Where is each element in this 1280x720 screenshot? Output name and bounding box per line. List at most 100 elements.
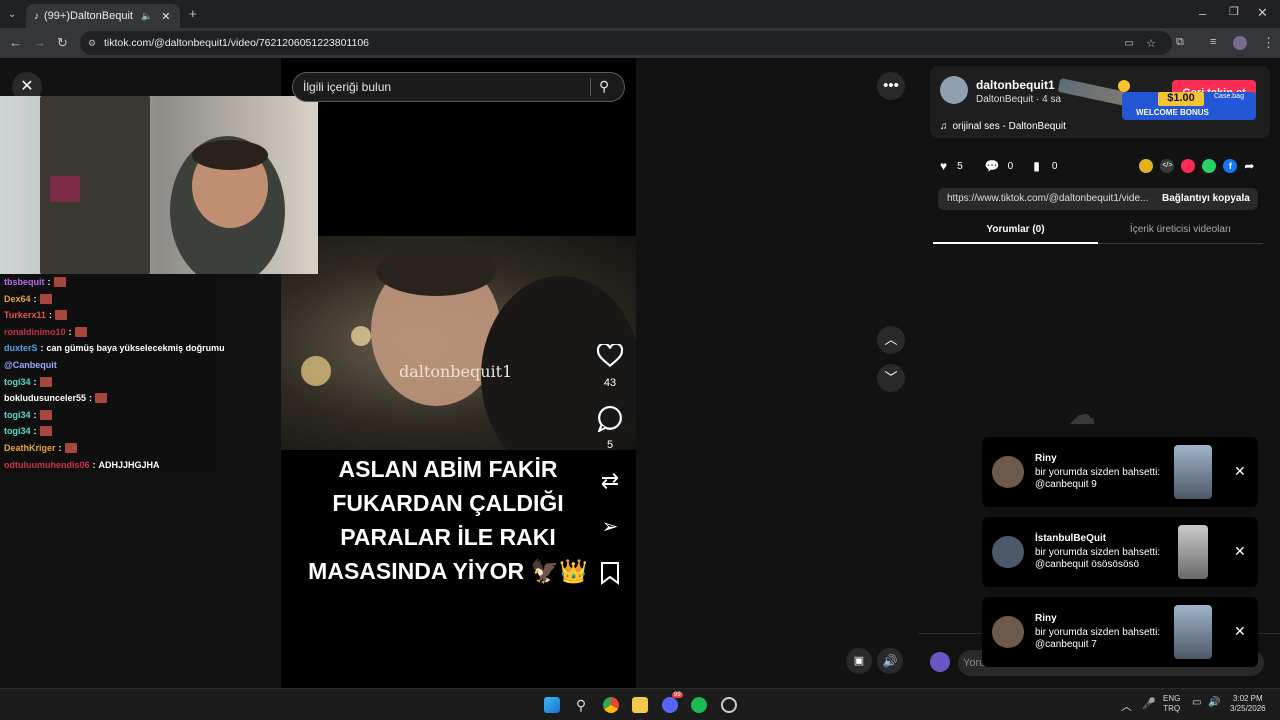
sound-title: orijinal ses - DaltonBequit <box>952 121 1066 132</box>
share-link-url[interactable]: https://www.tiktok.com/@daltonbequit1/vi… <box>947 193 1148 204</box>
chat-emote-icon <box>54 310 67 321</box>
search-taskbar-icon[interactable]: ⚲ <box>573 697 589 713</box>
tab-creator-videos[interactable]: İçerik üreticisi videoları <box>1098 218 1263 244</box>
reload-icon[interactable]: ↻ <box>57 36 68 49</box>
share-arrow-icon[interactable]: ➦ <box>1244 159 1254 173</box>
clock[interactable]: 3:02 PM 3/25/2026 <box>1230 694 1266 714</box>
embed-icon[interactable]: </> <box>1160 159 1175 173</box>
notification-toast[interactable]: Riny bir yorumda sizden bahsetti: @canbe… <box>982 437 1258 507</box>
notification-close-icon[interactable]: ✕ <box>1234 463 1246 480</box>
network-icon[interactable]: ▭ <box>1192 697 1201 708</box>
chat-username[interactable]: odtuluumuhendis06 <box>4 460 90 470</box>
chat-text: ADHJJHGJHA <box>98 459 160 470</box>
restore-icon[interactable]: ❐ <box>1229 6 1239 19</box>
start-icon[interactable] <box>544 697 560 713</box>
like-stat-icon[interactable]: ♥ <box>940 159 947 173</box>
chat-username[interactable]: Turkerx11 <box>4 310 46 320</box>
chat-username[interactable]: togi34 <box>4 377 31 387</box>
search-icon[interactable]: ⚲ <box>599 78 609 95</box>
copy-link-button[interactable]: Bağlantıyı kopyala <box>1162 193 1250 204</box>
notification-close-icon[interactable]: ✕ <box>1234 543 1246 560</box>
search-input[interactable]: İlgili içeriği bulun ⚲ <box>292 72 625 102</box>
share-button[interactable]: ➢ <box>590 514 630 539</box>
tab-comments[interactable]: Yorumlar (0) <box>933 218 1098 244</box>
chat-username[interactable]: duxterS <box>4 343 38 353</box>
chevron-down-icon: ﹀ <box>884 370 898 385</box>
comment-icon <box>597 406 622 434</box>
chat-emote-icon <box>39 376 52 387</box>
new-tab-icon[interactable]: + <box>189 7 197 20</box>
address-bar[interactable]: ⚙ tiktok.com/@daltonbequit1/video/762120… <box>80 31 1172 55</box>
sound-row[interactable]: ♫ orijinal ses - DaltonBequit <box>940 121 1066 132</box>
profile-avatar[interactable] <box>1233 36 1247 50</box>
chat-username[interactable]: togi34 <box>4 410 31 420</box>
notification-avatar <box>992 456 1024 488</box>
notification-toast[interactable]: İstanbulBeQuit bir yorumda sizden bahset… <box>982 517 1258 587</box>
video-player[interactable]: daltonbequit1 ASLAN ABİM FAKİR FUKARDAN … <box>281 58 636 688</box>
volume-button[interactable]: 🔊 <box>877 648 903 674</box>
spotify-icon[interactable] <box>691 697 707 713</box>
tray-overflow-icon[interactable]: ︿ <box>1121 698 1132 714</box>
window-close-icon[interactable]: ✕ <box>1257 6 1268 19</box>
comment-stat-icon[interactable]: 💬 <box>985 159 1000 173</box>
chat-separator: : <box>33 376 37 387</box>
facebook-icon[interactable]: f <box>1223 159 1238 173</box>
like-button[interactable]: 43 <box>590 342 630 389</box>
coin-share-icon[interactable] <box>1139 159 1154 173</box>
chat-emote-icon <box>39 409 52 420</box>
chat-username[interactable]: tbsbequit <box>4 277 45 287</box>
tab-close-icon[interactable]: ✕ <box>161 10 170 23</box>
ad-overlay[interactable]: $1.00 Case.bag WELCOME BONUS <box>1057 77 1256 124</box>
app-icon[interactable] <box>721 697 737 713</box>
site-info-icon[interactable]: ⚙ <box>88 38 96 49</box>
cast-icon[interactable]: ▭ <box>1125 38 1134 49</box>
notification-mention: @canbequit 7 <box>1035 639 1097 650</box>
notification-text: bir yorumda sizden bahsetti: <box>1035 547 1161 558</box>
browser-tab[interactable]: ♪ (99+)DaltonBequit (@dalto 🔈 ✕ <box>26 4 180 28</box>
mini-player-button[interactable]: ▣ <box>846 648 872 674</box>
creator-username[interactable]: daltonbequit1 <box>976 78 1055 92</box>
tab-audio-icon[interactable]: 🔈 <box>141 11 152 22</box>
creator-avatar[interactable] <box>940 76 968 104</box>
chat-username[interactable]: Dex64 <box>4 294 31 304</box>
next-video-button[interactable]: ﹀ <box>877 364 905 392</box>
notification-toast[interactable]: Riny bir yorumda sizden bahsetti: @canbe… <box>982 597 1258 667</box>
forward-icon[interactable]: → <box>33 36 46 49</box>
back-icon[interactable]: ← <box>9 36 22 49</box>
chrome-icon[interactable] <box>603 697 619 713</box>
minimize-icon[interactable]: – <box>1199 7 1206 20</box>
bookmark-button[interactable] <box>590 561 630 588</box>
more-options-button[interactable]: ••• <box>877 72 905 100</box>
chat-emote-icon <box>95 393 108 404</box>
chat-username[interactable]: @Canbequit <box>4 360 57 370</box>
bookmark-star-icon[interactable]: ☆ <box>1146 37 1156 50</box>
notification-mention: @canbequit ösösösösö <box>1035 559 1140 570</box>
reading-list-icon[interactable]: ≡ <box>1210 36 1216 49</box>
chat-separator: : <box>92 459 96 470</box>
save-stat-icon[interactable]: ▮ <box>1033 159 1040 173</box>
file-explorer-icon[interactable] <box>632 697 648 713</box>
browser-menu-icon[interactable]: ⋮ <box>1262 36 1275 49</box>
like-count: 43 <box>603 377 617 389</box>
chat-username[interactable]: bokludusunceler55 <box>4 393 86 403</box>
chat-separator: : <box>89 393 93 404</box>
previous-video-button[interactable]: ︿ <box>877 326 905 354</box>
creator-card: daltonbequit1 DaltonBequit · 4 sa ♫ orij… <box>930 66 1270 138</box>
repost-button[interactable]: ⇄ <box>590 468 630 494</box>
notification-thumbnail <box>1178 525 1208 579</box>
chat-username[interactable]: DeathKriger <box>4 443 56 453</box>
user-avatar[interactable] <box>930 652 950 672</box>
chat-username[interactable]: togi34 <box>4 426 31 436</box>
notification-close-icon[interactable]: ✕ <box>1234 623 1246 640</box>
microphone-icon[interactable]: 🎤 <box>1142 697 1156 710</box>
chat-username[interactable]: ronaldinimo10 <box>4 327 66 337</box>
comment-button[interactable]: 5 <box>590 406 630 451</box>
whatsapp-icon[interactable] <box>1202 159 1217 173</box>
chat-message: Turkerx11: <box>4 310 67 321</box>
discord-icon[interactable]: 99 <box>662 692 683 713</box>
send-share-icon[interactable] <box>1181 159 1196 173</box>
tab-list-icon[interactable]: ⌄ <box>8 8 16 21</box>
language-indicator[interactable]: ENG TRQ <box>1163 694 1180 714</box>
extensions-icon[interactable]: ⧉ <box>1176 36 1184 49</box>
volume-tray-icon[interactable]: 🔊 <box>1208 697 1220 708</box>
